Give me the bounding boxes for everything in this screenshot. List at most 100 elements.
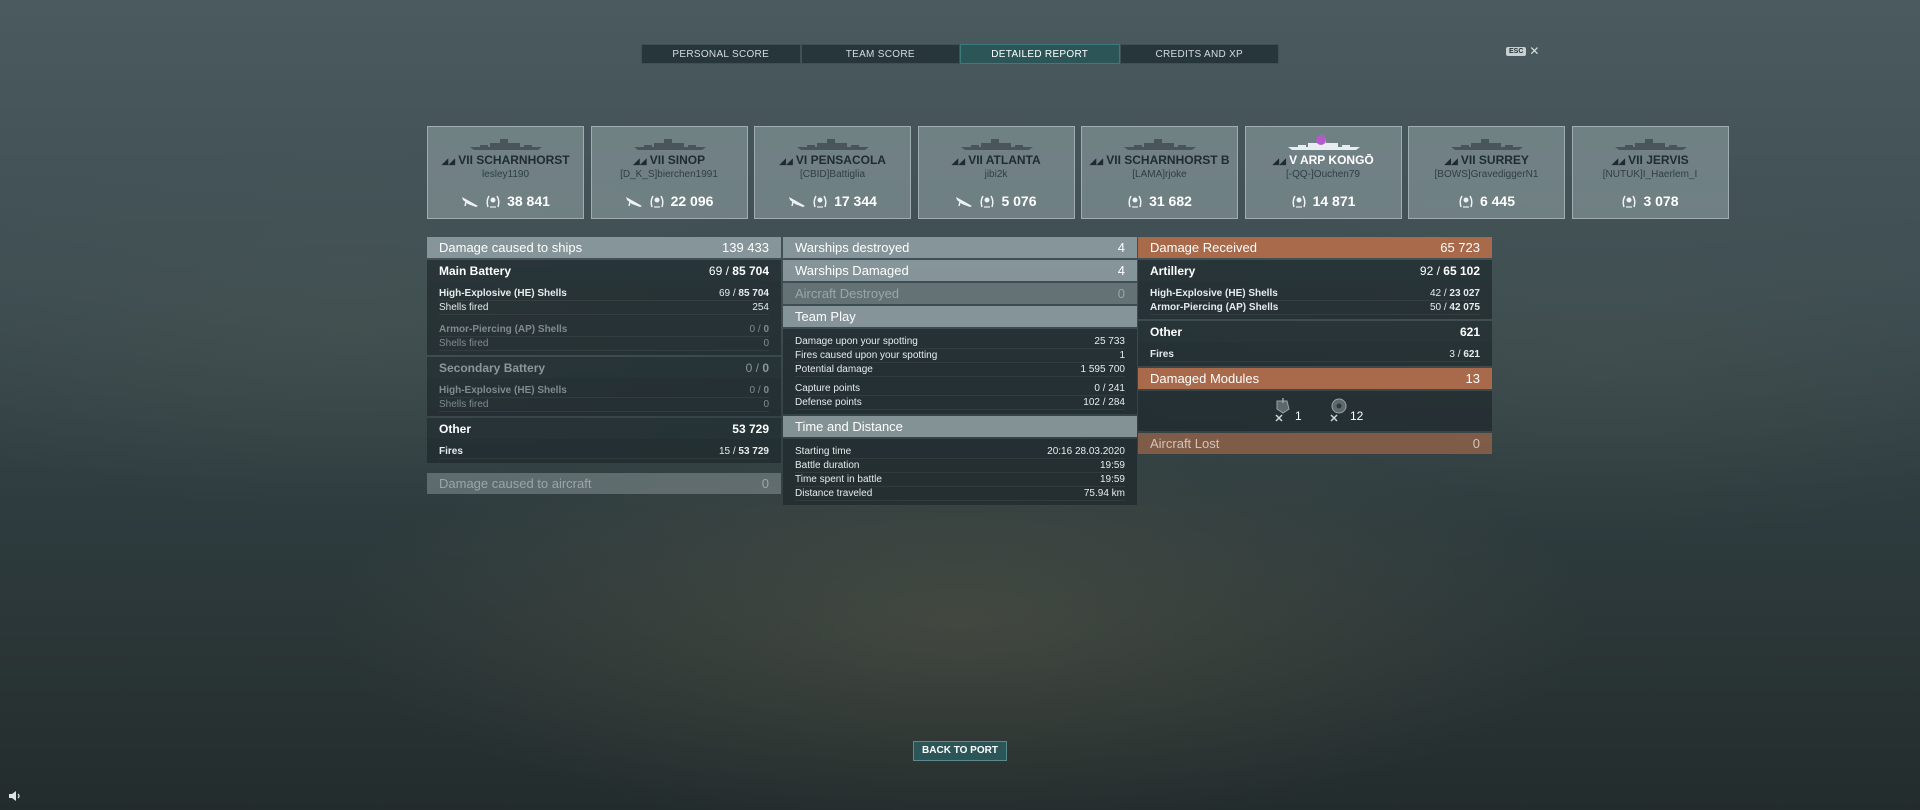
aircraft-spotted-icon	[625, 197, 642, 207]
ship-silhouette-icon	[1451, 139, 1523, 150]
damaged-modules-header: Damaged Modules 13	[1138, 368, 1492, 389]
card-score: 31 682	[1082, 193, 1237, 209]
ship-card[interactable]: ◢◢ VII ATLANTA jibi2k 5 076	[917, 126, 1075, 219]
damage-caused-panel: Damage caused to ships 139 433 Main Batt…	[427, 237, 781, 496]
ship-score: 38 841	[507, 193, 550, 209]
player-name: [NUTUK]I_Haerlem_I	[1602, 169, 1698, 180]
ship-name: ◢◢ VII SCHARNHORST B	[1089, 153, 1230, 167]
stat-row: Armor-Piercing (AP) Shells 50 / 42 075	[1150, 302, 1480, 315]
damage-wreath-icon	[486, 195, 500, 208]
ship-name: ◢◢ V ARP KONGŌ	[1272, 153, 1374, 167]
ship-card[interactable]: ◢◢ VII SINOP [D_K_S]bierchen1991 22 096	[590, 126, 748, 219]
ship-score: 22 096	[670, 193, 714, 209]
ship-silhouette-icon	[797, 139, 869, 150]
ship-silhouette-icon	[1614, 139, 1687, 150]
stat-row: High-Explosive (HE) Shells 0 / 0	[439, 385, 769, 398]
damage-received-header: Damage Received 65 723	[1138, 237, 1492, 258]
tab-credits-and-xp[interactable]: CREDITS AND XP	[1119, 44, 1279, 64]
secondary-battery-row: Secondary Battery 0 / 0	[427, 357, 781, 378]
stat-row: Fires caused upon your spotting 1	[795, 350, 1125, 363]
ship-class-icon: ◢◢	[951, 156, 966, 166]
team-play-details: Damage upon your spotting 25 733 Fires ca…	[783, 329, 1137, 414]
ship-name: ◢◢ VII SINOP	[632, 153, 706, 167]
card-score: 3 078	[1573, 193, 1728, 209]
module-rudder: 1	[1273, 397, 1302, 423]
card-score: 22 096	[592, 193, 747, 209]
artillery-row: Artillery 92 / 65 102	[1138, 260, 1492, 281]
back-to-port-button[interactable]: BACK TO PORT	[913, 741, 1007, 761]
time-distance-header: Time and Distance	[783, 416, 1137, 437]
ship-card[interactable]: ◢◢ VI PENSACOLA [CBID]Battiglia 17 344	[754, 126, 911, 219]
stat-row: Time spent in battle 19:59	[795, 474, 1125, 487]
damage-wreath-icon	[1459, 195, 1473, 208]
other-damage-row: Other 53 729	[427, 418, 781, 439]
damaged-ships-list: ◢◢ VII SCHARNHORST lesley1190 38 841 ◢◢ VII S…	[427, 126, 1735, 219]
damage-wreath-icon	[650, 195, 664, 208]
damaged-modules-list: 1 12	[1138, 391, 1492, 431]
ship-score: 3 078	[1643, 193, 1679, 209]
battle-stats-panel: Warships destroyed 4 Warships Damaged 4 …	[783, 237, 1137, 507]
tab-personal-score[interactable]: PERSONAL SCORE	[641, 44, 801, 64]
damage-wreath-icon	[1622, 195, 1637, 208]
ship-class-icon: ◢◢	[441, 156, 456, 166]
stat-row: Fires 15 / 53 729	[439, 446, 769, 459]
ship-card[interactable]: ◢◢ VII SCHARNHORST B [LAMA]rjoke 31 682	[1081, 126, 1238, 219]
player-name: [-QQ-]Ouchen79	[1286, 169, 1360, 180]
stat-row: Battle duration 19:59	[795, 460, 1125, 473]
damage-wreath-icon	[1128, 195, 1142, 208]
ship-silhouette-icon	[470, 139, 542, 150]
stat-row: Shells fired 254	[439, 302, 769, 315]
report-tabs: PERSONAL SCORE TEAM SCORE DETAILED REPOR…	[641, 44, 1279, 64]
ship-name: ◢◢ VII JERVIS	[1611, 153, 1689, 167]
stat-row: Potential damage 1 595 700	[795, 364, 1125, 377]
ship-name: ◢◢ VI PENSACOLA	[779, 153, 886, 167]
card-score: 5 076	[919, 193, 1074, 209]
ship-card[interactable]: ◢◢ V ARP KONGŌ [-QQ-]Ouchen79 14 871	[1244, 126, 1402, 219]
aircraft-spotted-icon	[956, 197, 973, 207]
ship-class-icon: ◢◢	[1089, 156, 1104, 166]
ship-card[interactable]: ◢◢ VII SURREY [BOWS]GravediggerN1 6 445	[1408, 126, 1565, 219]
ship-card[interactable]: ◢◢ VII JERVIS [NUTUK]I_Haerlem_I 3 078	[1571, 126, 1729, 219]
aircraft-spotted-icon	[462, 197, 479, 207]
tab-team-score[interactable]: TEAM SCORE	[800, 44, 960, 64]
secondary-battery-details: High-Explosive (HE) Shells 0 / 0 Shells …	[427, 378, 781, 416]
damage-wreath-icon	[980, 195, 995, 208]
ship-name: ◢◢ VII SURREY	[1444, 153, 1529, 167]
damage-wreath-icon	[1292, 195, 1306, 208]
card-score: 14 871	[1246, 193, 1401, 209]
ship-class-icon: ◢◢	[779, 156, 793, 166]
header-value: 139 433	[722, 240, 769, 255]
player-name: [BOWS]GravediggerN1	[1434, 169, 1539, 180]
time-distance-details: Starting time 20:16 28.03.2020 Battle dur…	[783, 439, 1137, 505]
player-name: [LAMA]rjoke	[1132, 169, 1187, 180]
stat-row: Damage upon your spotting 25 733	[795, 336, 1125, 349]
close-button[interactable]: ESC ✕	[1506, 45, 1539, 57]
ship-score: 6 445	[1479, 193, 1516, 209]
ship-score: 5 076	[1001, 193, 1037, 209]
stat-row: High-Explosive (HE) Shells 42 / 23 027	[1150, 288, 1480, 301]
ship-silhouette-icon	[1124, 139, 1196, 150]
stat-row: Shells fired 0	[439, 399, 769, 412]
aircraft-lost-header: Aircraft Lost 0	[1138, 433, 1492, 454]
esc-key-icon: ESC	[1506, 46, 1527, 56]
tab-detailed-report[interactable]: DETAILED REPORT	[960, 44, 1120, 64]
ship-score: 31 682	[1149, 193, 1192, 209]
ship-score: 14 871	[1312, 193, 1356, 209]
card-score: 17 344	[755, 193, 910, 209]
ship-card[interactable]: ◢◢ VII SCHARNHORST lesley1190 38 841	[427, 126, 584, 219]
stat-row: Fires 3 / 621	[1150, 349, 1480, 362]
other-received-row: Other 621	[1138, 321, 1492, 342]
player-name: jibi2k	[984, 169, 1008, 180]
aircraft-destroyed-header: Aircraft Destroyed 0	[783, 283, 1137, 304]
warships-destroyed-header: Warships destroyed 4	[783, 237, 1137, 258]
other-received-details: Fires 3 / 621	[1138, 342, 1492, 366]
sound-icon[interactable]	[8, 790, 22, 802]
module-count: 1	[1295, 409, 1302, 423]
aircraft-spotted-icon	[789, 197, 806, 207]
sub-label: Main Battery	[439, 263, 512, 278]
stat-row: Starting time 20:16 28.03.2020	[795, 446, 1125, 459]
damage-caused-aircraft-header: Damage caused to aircraft 0	[427, 473, 781, 494]
player-name: [D_K_S]bierchen1991	[620, 169, 718, 180]
artillery-details: High-Explosive (HE) Shells 42 / 23 027 A…	[1138, 281, 1492, 319]
ship-name: ◢◢ VII ATLANTA	[951, 153, 1041, 167]
